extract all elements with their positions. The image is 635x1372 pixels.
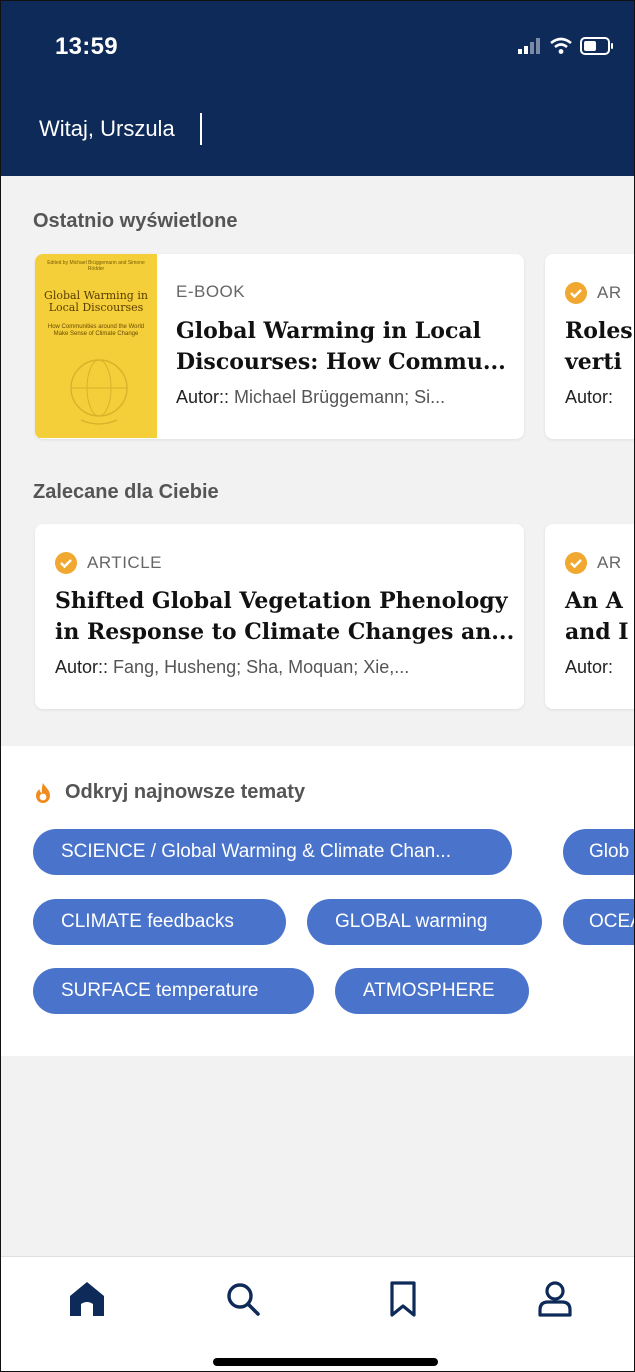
verified-badge-icon (565, 282, 587, 304)
cover-title: Global Warming in Local Discourses (44, 289, 148, 314)
card-title: Global Warming in Local Discourses: How … (176, 316, 516, 378)
search-icon[interactable] (223, 1279, 263, 1319)
home-icon[interactable] (67, 1279, 107, 1319)
card-title-line2: in Response to Climate Changes an... (55, 619, 515, 645)
header: 13:59 Witaj, Urszula (1, 1, 634, 176)
topic-chip[interactable]: SCIENCE / Global Warming & Climate Chan.… (33, 829, 512, 875)
recent-section-title: Ostatnio wyświetlone (33, 210, 238, 232)
card-authors: Autor: (565, 657, 613, 678)
topic-chip[interactable]: ATMOSPHERE (335, 968, 529, 1014)
topic-chip[interactable]: Glob (563, 829, 634, 875)
card-title-line2: verti (565, 349, 622, 375)
text-caret (200, 113, 202, 145)
card-type-label: ARTICLE (55, 552, 162, 574)
card-title-line2: and I (565, 619, 629, 645)
recommended-card-article-partial[interactable]: AR An A and I Autor: (545, 524, 634, 709)
card-title-line1: Global Warming in Local (176, 318, 481, 344)
recommended-card-article[interactable]: ARTICLE Shifted Global Vegetation Phenol… (35, 524, 524, 709)
greeting: Witaj, Urszula (39, 116, 175, 141)
topic-chip[interactable]: OCEA (563, 899, 634, 945)
bookmark-icon[interactable] (383, 1279, 423, 1319)
card-type-label: AR (565, 282, 622, 304)
status-icons (518, 37, 614, 55)
battery-icon (580, 37, 613, 55)
card-authors: Autor:: Fang, Husheng; Sha, Moquan; Xie,… (55, 657, 510, 678)
flame-icon (36, 783, 50, 803)
card-title-line1: An A (565, 588, 623, 614)
recent-card-ebook[interactable]: Edited by Michael Brüggemann and Simone … (35, 254, 524, 439)
author-label: Autor:: (55, 657, 109, 677)
book-cover: Edited by Michael Brüggemann and Simone … (35, 254, 157, 438)
card-title-line1: Roles (565, 318, 633, 344)
topics-section-title: Odkryj najnowsze tematy (65, 781, 306, 803)
app-screen: 13:59 Witaj, Urszula Ostatnio wyświetlon (0, 0, 635, 1372)
card-type-text: ARTICLE (87, 553, 162, 572)
author-label: Autor: (565, 657, 614, 677)
card-type-label: AR (565, 552, 622, 574)
bottom-navigation (1, 1256, 634, 1371)
cover-subtitle: How Communities around the World Make Se… (47, 324, 145, 337)
card-title-line2: Discourses: How Commu... (176, 349, 506, 375)
recent-card-article-partial[interactable]: AR Roles verti Autor: (545, 254, 634, 439)
verified-badge-icon (565, 552, 587, 574)
card-title: Shifted Global Vegetation Phenology in R… (55, 586, 515, 648)
card-type-text: AR (597, 283, 622, 302)
recommended-section-title: Zalecane dla Ciebie (33, 481, 219, 503)
card-authors: Autor:: Michael Brüggemann; Si... (176, 387, 516, 408)
cover-editors: Edited by Michael Brüggemann and Simone … (47, 260, 145, 272)
home-indicator (213, 1358, 438, 1366)
profile-icon[interactable] (535, 1279, 575, 1319)
author-label: Autor: (565, 387, 614, 407)
wifi-icon (550, 37, 572, 54)
author-names: Fang, Husheng; Sha, Moquan; Xie,... (113, 657, 410, 677)
card-title: Roles verti (565, 316, 633, 378)
signal-icon (518, 38, 540, 54)
topics-section: Odkryj najnowsze tematy SCIENCE / Global… (1, 746, 634, 1056)
topic-chip[interactable]: SURFACE temperature (33, 968, 314, 1014)
verified-badge-icon (55, 552, 77, 574)
card-type-text: AR (597, 553, 622, 572)
status-time: 13:59 (55, 33, 118, 60)
author-names: Michael Brüggemann; Si... (234, 387, 446, 407)
globe-illustration (70, 359, 128, 425)
author-label: Autor:: (176, 387, 230, 407)
card-type-label: E-BOOK (176, 282, 246, 301)
card-title: An A and I (565, 586, 629, 648)
topic-chip[interactable]: CLIMATE feedbacks (33, 899, 286, 945)
card-authors: Autor: (565, 387, 613, 408)
card-title-line1: Shifted Global Vegetation Phenology (55, 588, 508, 614)
topic-chip[interactable]: GLOBAL warming (307, 899, 542, 945)
